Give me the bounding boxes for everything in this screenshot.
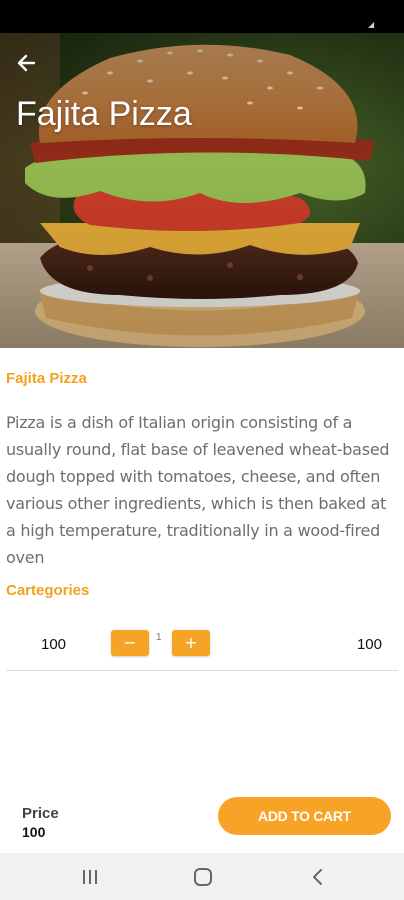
price-label: Price — [22, 805, 59, 822]
hero-image: Fajita Pizza — [0, 33, 404, 348]
hero-title: Fajita Pizza — [16, 95, 192, 133]
arrow-left-icon — [17, 54, 36, 72]
system-nav-bar — [0, 853, 404, 900]
categories-heading: Cartegories — [6, 582, 90, 599]
category-row: 100 − 1 + 100 — [6, 626, 398, 671]
product-name: Fajita Pizza — [6, 370, 87, 387]
status-bar: ◢ — [0, 0, 404, 33]
quantity-value: 1 — [156, 632, 162, 643]
decrease-quantity-button[interactable]: − — [111, 630, 149, 656]
product-description: Pizza is a dish of Italian origin consis… — [6, 413, 390, 567]
home-icon[interactable] — [194, 868, 212, 886]
signal-icon: ◢ — [368, 20, 375, 29]
chevron-left-icon[interactable] — [308, 866, 328, 888]
price-value: 100 — [22, 824, 46, 840]
increase-quantity-button[interactable]: + — [172, 630, 210, 656]
category-right-value: 100 — [356, 636, 382, 653]
back-button[interactable] — [14, 49, 46, 77]
recent-apps-icon[interactable] — [82, 870, 98, 884]
category-left-value: 100 — [41, 636, 67, 653]
hero-shade — [0, 33, 404, 348]
add-to-cart-button[interactable]: ADD TO CART — [218, 797, 391, 835]
